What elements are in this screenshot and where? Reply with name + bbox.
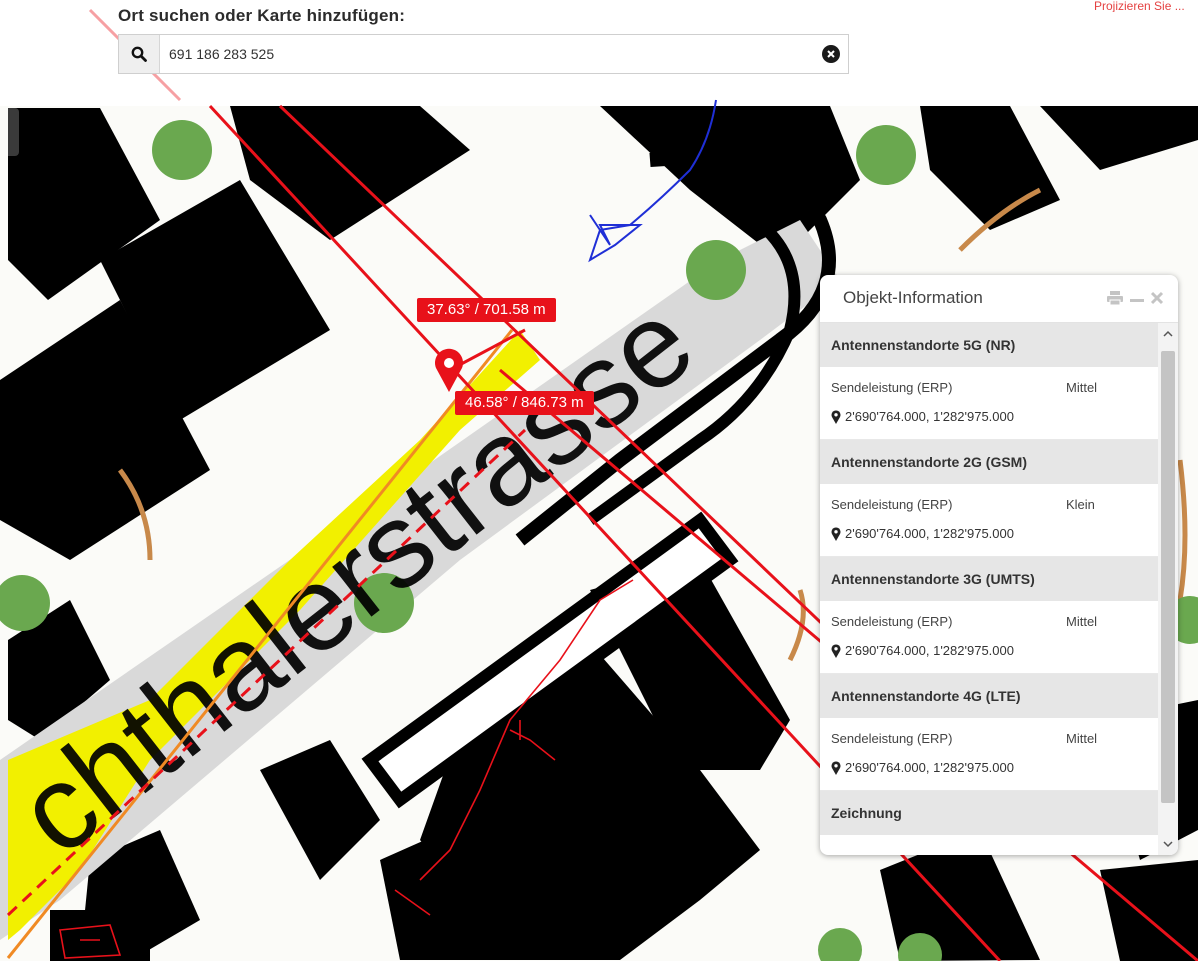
top-right-hint: Projizieren Sie ... (1094, 0, 1185, 12)
coordinates: 2'690'764.000, 1'282'975.000 (845, 526, 1014, 541)
print-icon[interactable] (1106, 290, 1124, 311)
attribute-label: Sendeleistung (ERP) (831, 614, 953, 629)
section-content: Sendeleistung (ERP) Mittel 2'690'764.000… (820, 601, 1158, 674)
map-marker-icon (831, 409, 841, 424)
attribute-value: Mittel (1066, 731, 1098, 746)
section-header[interactable]: Antennenstandorte 3G (UMTS) (820, 557, 1158, 601)
scroll-down-icon[interactable] (1162, 840, 1174, 848)
section-content: Sendeleistung (ERP) Mittel 2'690'764.000… (820, 367, 1158, 440)
search-box[interactable] (118, 34, 849, 74)
coordinate-row[interactable]: 2'690'764.000, 1'282'975.000 (831, 526, 1014, 541)
close-icon[interactable] (1150, 290, 1164, 311)
search-block: Ort suchen oder Karte hinzufügen: (118, 4, 851, 74)
attribute-label: Sendeleistung (ERP) (831, 731, 953, 746)
scroll-thumb[interactable] (1161, 351, 1175, 803)
map-marker-icon (831, 760, 841, 775)
coordinates: 2'690'764.000, 1'282'975.000 (845, 643, 1014, 658)
search-icon[interactable] (119, 35, 160, 73)
section-header[interactable]: Antennenstandorte 2G (GSM) (820, 440, 1158, 484)
measure-label: 37.63° / 701.58 m (417, 298, 556, 322)
section-header[interactable]: Antennenstandorte 5G (NR) (820, 323, 1158, 367)
coordinates: 2'690'764.000, 1'282'975.000 (845, 409, 1014, 424)
attribute-value: Klein (1066, 497, 1095, 512)
info-panel-tools (1106, 290, 1164, 311)
attribute-value: Mittel (1066, 614, 1098, 629)
info-panel-body: Antennenstandorte 5G (NR) Sendeleistung … (820, 323, 1158, 855)
info-panel-scrollbar[interactable] (1158, 323, 1178, 855)
object-info-panel: Objekt-Information Antennenstandorte 5G … (820, 275, 1178, 855)
map-marker-icon (831, 526, 841, 541)
attribute-label: Sendeleistung (ERP) (831, 380, 953, 395)
clear-search-icon[interactable] (822, 45, 840, 63)
coordinate-row[interactable]: 2'690'764.000, 1'282'975.000 (831, 409, 1014, 424)
section-header[interactable]: Antennenstandorte 4G (LTE) (820, 674, 1158, 718)
attribute-value: Mittel (1066, 380, 1098, 395)
section-content: Sendeleistung (ERP) Klein 2'690'764.000,… (820, 484, 1158, 557)
attribute-label: Sendeleistung (ERP) (831, 497, 953, 512)
measure-label: 46.58° / 846.73 m (455, 391, 594, 415)
info-panel-title: Objekt-Information (843, 288, 983, 307)
coordinates: 2'690'764.000, 1'282'975.000 (845, 760, 1014, 775)
section-header[interactable]: Zeichnung (820, 791, 1158, 835)
coordinate-row[interactable]: 2'690'764.000, 1'282'975.000 (831, 760, 1014, 775)
info-panel-header: Objekt-Information (820, 275, 1178, 323)
search-title: Ort suchen oder Karte hinzufügen: (118, 6, 406, 25)
search-input[interactable] (169, 35, 809, 73)
scroll-up-icon[interactable] (1162, 330, 1174, 338)
section-content: Sendeleistung (ERP) Mittel 2'690'764.000… (820, 718, 1158, 791)
map-marker-icon (831, 643, 841, 658)
coordinate-row[interactable]: 2'690'764.000, 1'282'975.000 (831, 643, 1014, 658)
minimize-icon[interactable] (1130, 290, 1144, 311)
side-panel-toggle[interactable] (8, 108, 19, 156)
